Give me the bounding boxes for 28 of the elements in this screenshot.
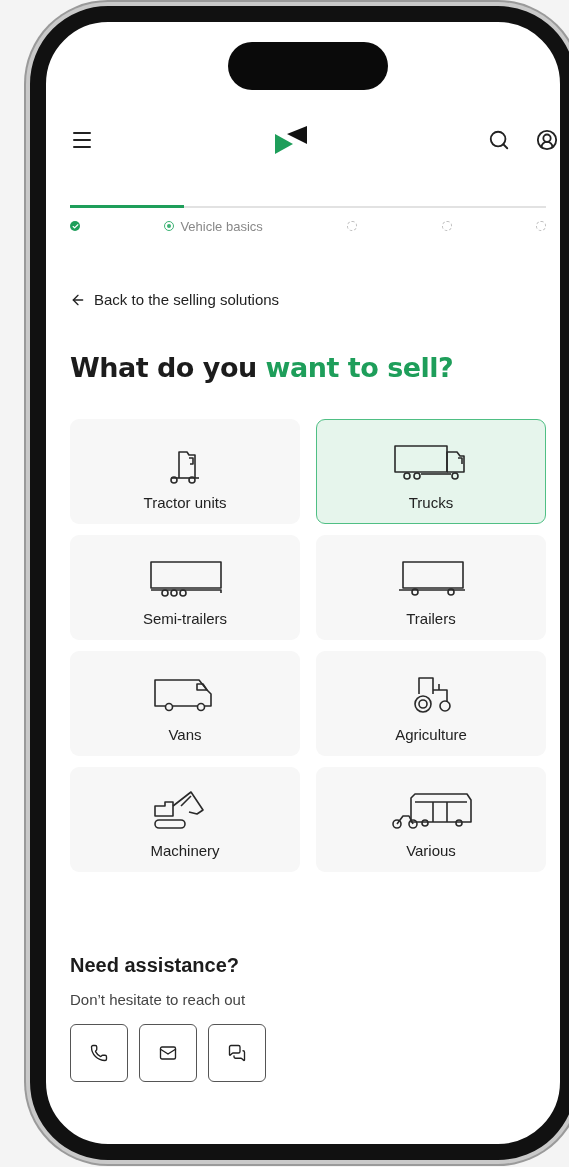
step-dot — [164, 221, 175, 231]
category-card[interactable]: Trailers — [316, 535, 546, 640]
back-link[interactable]: Back to the selling solutions — [70, 291, 280, 308]
chat-icon — [228, 1044, 246, 1062]
category-card[interactable]: Various — [316, 767, 546, 872]
email-button[interactable] — [139, 1024, 197, 1082]
assistance-subtitle: Don’t hesitate to reach out — [70, 991, 247, 1008]
category-card[interactable]: Vans — [70, 651, 300, 756]
tractor-unit-icon — [169, 450, 201, 484]
step-dot — [535, 221, 546, 231]
search-button[interactable] — [488, 129, 510, 151]
category-card[interactable]: Semi-trailers — [70, 535, 300, 640]
step-dot — [70, 221, 80, 231]
phone-icon — [90, 1044, 108, 1062]
logo-icon — [273, 124, 309, 156]
chat-button[interactable] — [208, 1024, 266, 1082]
account-button[interactable] — [536, 129, 558, 151]
category-card[interactable]: Agriculture — [316, 651, 546, 756]
category-card[interactable]: Tractor units — [70, 419, 300, 524]
call-button[interactable] — [70, 1024, 128, 1082]
assistance-title: Need assistance? — [70, 954, 240, 977]
step-dot — [441, 221, 452, 231]
page-title: What do you want to sell? — [70, 352, 455, 383]
category-card[interactable]: Trucks — [316, 419, 546, 524]
category-card[interactable]: Machinery — [70, 767, 300, 872]
mail-icon — [159, 1044, 177, 1062]
step-dot — [347, 221, 358, 231]
step-label: Vehicle basics — [180, 218, 263, 234]
